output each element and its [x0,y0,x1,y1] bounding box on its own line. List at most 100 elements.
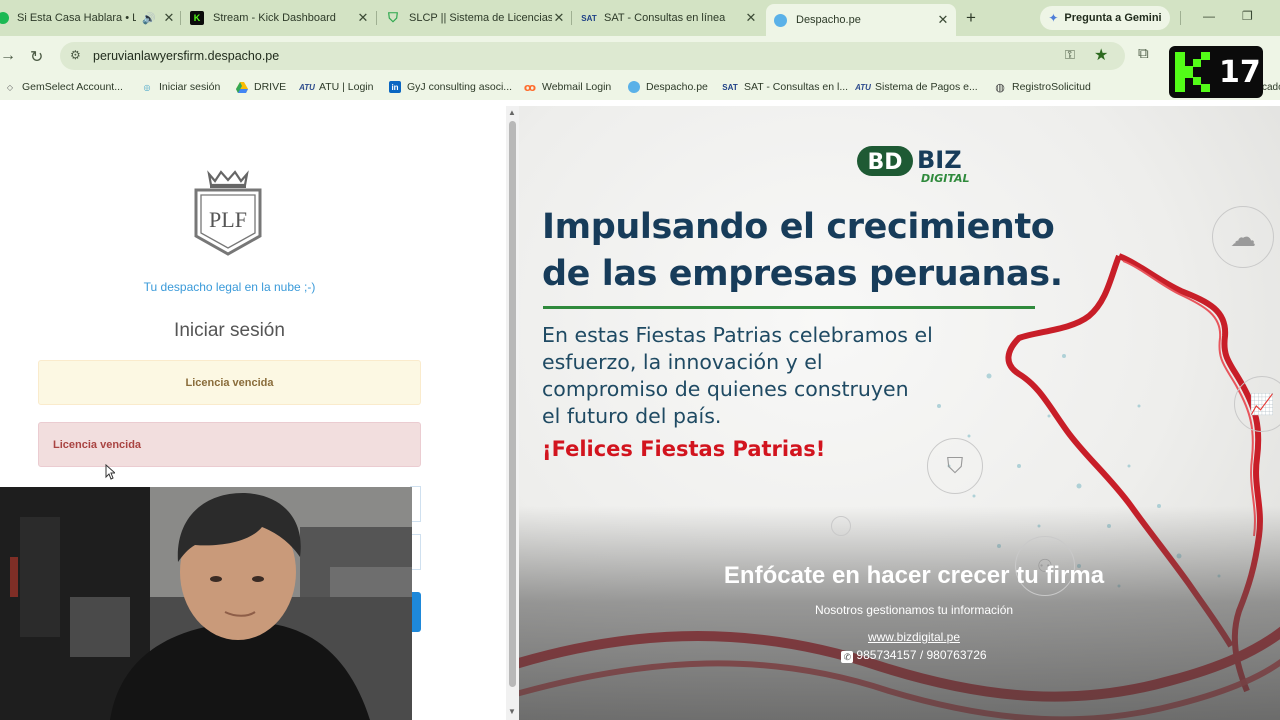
phone-icon: ✆ [841,651,854,663]
tab-title: SLCP || Sistema de Licencias [409,12,552,24]
cta-subtitle: Nosotros gestionamos tu información [814,603,1014,617]
kick-logo-icon [1175,52,1211,92]
tagline: Tu despacho legal en la nube ;-) [143,280,316,294]
atu-icon: ATU [855,82,871,92]
website-link[interactable]: www.bizdigital.pe [699,630,1129,644]
bookmark-label: Despacho.pe [646,81,708,93]
promo-banner: BD BIZ DIGITAL Impulsando el crecimiento… [519,106,1280,720]
tab-music[interactable]: Si Esta Casa Hablara • La 🔊 ✕ [0,5,176,31]
bookmark-despacho[interactable]: Despacho.pe [628,81,708,93]
tab-divider [571,11,572,25]
alert-text: Licencia vencida [185,376,274,389]
tab-despacho[interactable]: Despacho.pe ✕ [766,4,956,36]
logo-text: PLF [209,207,247,232]
plf-logo: PLF [194,170,262,256]
kick-icon: K [190,11,204,25]
extensions-icon[interactable]: ⧉ [1138,45,1149,62]
bookmark-atu[interactable]: ATU ATU | Login [299,81,373,93]
bookmark-webmail[interactable]: ꝏ Webmail Login [524,81,611,94]
atu-icon: ATU [299,82,315,92]
bookmark-sat[interactable]: SAT SAT - Consultas en l... [722,81,848,93]
restore-icon[interactable]: ❐ [1242,9,1253,23]
tab-sat[interactable]: SAT SAT - Consultas en línea ✕ [580,5,758,31]
spotify-icon [0,12,9,24]
cta-title: Enfócate en hacer crecer tu firma [723,562,1105,589]
gemini-sparkle-icon: ✦ [1048,11,1059,25]
close-icon[interactable]: ✕ [162,10,176,26]
license-warning-alert: Licencia vencida [38,360,421,405]
site-settings-icon[interactable]: ⚙ [70,48,81,62]
bookmark-label: DRIVE [254,81,287,93]
bookmark-label: GyJ consulting asoci... [407,81,513,93]
headline-line: de las empresas peruanas. [542,254,1063,294]
address-bar[interactable]: ⚙ peruvianlawyersfirm.despacho.pe ⚿ ★ [60,42,1125,70]
scrollbar-thumb[interactable] [509,121,516,687]
bookmark-iniciar-sesion[interactable]: ◎ Iniciar sesión [141,81,221,93]
minimize-icon[interactable]: — [1203,9,1215,23]
celebration-text: ¡Felices Fiestas Patrias! [542,437,826,461]
gemini-button-label: Pregunta a Gemini [1064,12,1162,24]
tab-divider [1180,11,1181,25]
bookmark-sistema-pagos[interactable]: ATU Sistema de Pagos e... [855,81,978,93]
close-icon[interactable]: ✕ [552,10,566,26]
brand-name: BIZ [917,146,962,174]
bookmark-label: SAT - Consultas en l... [744,81,849,93]
body-line: esfuerzo, la innovación y el [542,350,823,374]
phone-line: ✆ 985734157 / 980763726 [699,648,1129,663]
tab-title: Stream - Kick Dashboard [213,12,336,24]
svg-text:BD: BD [867,150,902,175]
body-line: compromiso de quienes construyen [542,377,909,401]
new-tab-button[interactable]: + [966,8,976,28]
browser-toolbar: → ↻ ⚙ peruvianlawyersfirm.despacho.pe ⚿ … [0,36,1280,76]
cloud-icon [774,13,787,27]
login-icon: ◎ [143,82,151,92]
promo-headline: Impulsando el crecimiento de las empresa… [542,204,1102,298]
tab-slcp[interactable]: ⛉ SLCP || Sistema de Licencias ✕ [386,5,566,31]
page-title: Iniciar sesión [174,320,285,341]
brand-sub: DIGITAL [921,172,970,185]
bookmark-gyj[interactable]: in GyJ consulting asoci... [389,81,512,93]
body-line: el futuro del país. [542,404,722,428]
bookmarks-bar: ◇ GemSelect Account... ◎ Iniciar sesión … [0,76,1280,100]
bookmark-label: RegistroSolicitud [1012,81,1091,93]
close-icon[interactable]: ✕ [936,12,950,28]
body-line: En estas Fiestas Patrias celebramos el [542,323,933,347]
gemini-button[interactable]: ✦ Pregunta a Gemini [1040,6,1170,30]
url-text[interactable]: peruvianlawyersfirm.despacho.pe [93,49,279,63]
cloud-icon [628,81,640,93]
bookmark-label: GemSelect Account... [22,81,123,93]
sat-icon: SAT [581,13,597,23]
tab-kick[interactable]: K Stream - Kick Dashboard ✕ [190,5,370,31]
close-icon[interactable]: ✕ [744,10,758,26]
tab-divider [376,11,377,25]
license-error-alert: Licencia vencida [38,422,421,467]
gem-icon: ◇ [6,82,14,92]
scroll-up-icon[interactable]: ▲ [508,108,516,117]
bookmark-star-icon[interactable]: ★ [1094,45,1108,65]
linkedin-icon: in [389,81,401,93]
drive-icon [236,81,248,93]
stream-counter-value: 17 [1219,54,1261,90]
headline-divider [543,306,1035,309]
bizdigital-logo: BD BIZ DIGITAL [857,146,970,185]
bookmark-drive[interactable]: DRIVE [236,81,286,93]
reload-icon[interactable]: ↻ [30,47,43,67]
bookmark-gemselect[interactable]: ◇ GemSelect Account... [4,81,123,93]
scroll-down-icon[interactable]: ▼ [508,707,516,716]
speaker-icon: 🔊 [142,12,156,25]
webcam-overlay [0,487,412,720]
page-scrollbar[interactable]: ▲ ▼ [506,106,519,720]
small-circle-icon [831,516,851,536]
bookmark-registro[interactable]: ◍ RegistroSolicitud [994,81,1091,94]
sat-icon: SAT [722,82,738,92]
phone-numbers: 985734157 / 980763726 [856,648,987,662]
bookmark-label: Sistema de Pagos e... [875,81,978,93]
globe-icon: ◍ [995,81,1005,94]
bookmark-overflow-text[interactable]: cado [1262,82,1280,93]
password-key-icon[interactable]: ⚿ [1065,47,1075,63]
close-icon[interactable]: ✕ [356,10,370,26]
headline-line: Impulsando el crecimiento [542,207,1055,247]
bookmark-label: Iniciar sesión [159,81,221,93]
alert-text: Licencia vencida [53,438,142,451]
forward-icon[interactable]: → [0,47,16,65]
